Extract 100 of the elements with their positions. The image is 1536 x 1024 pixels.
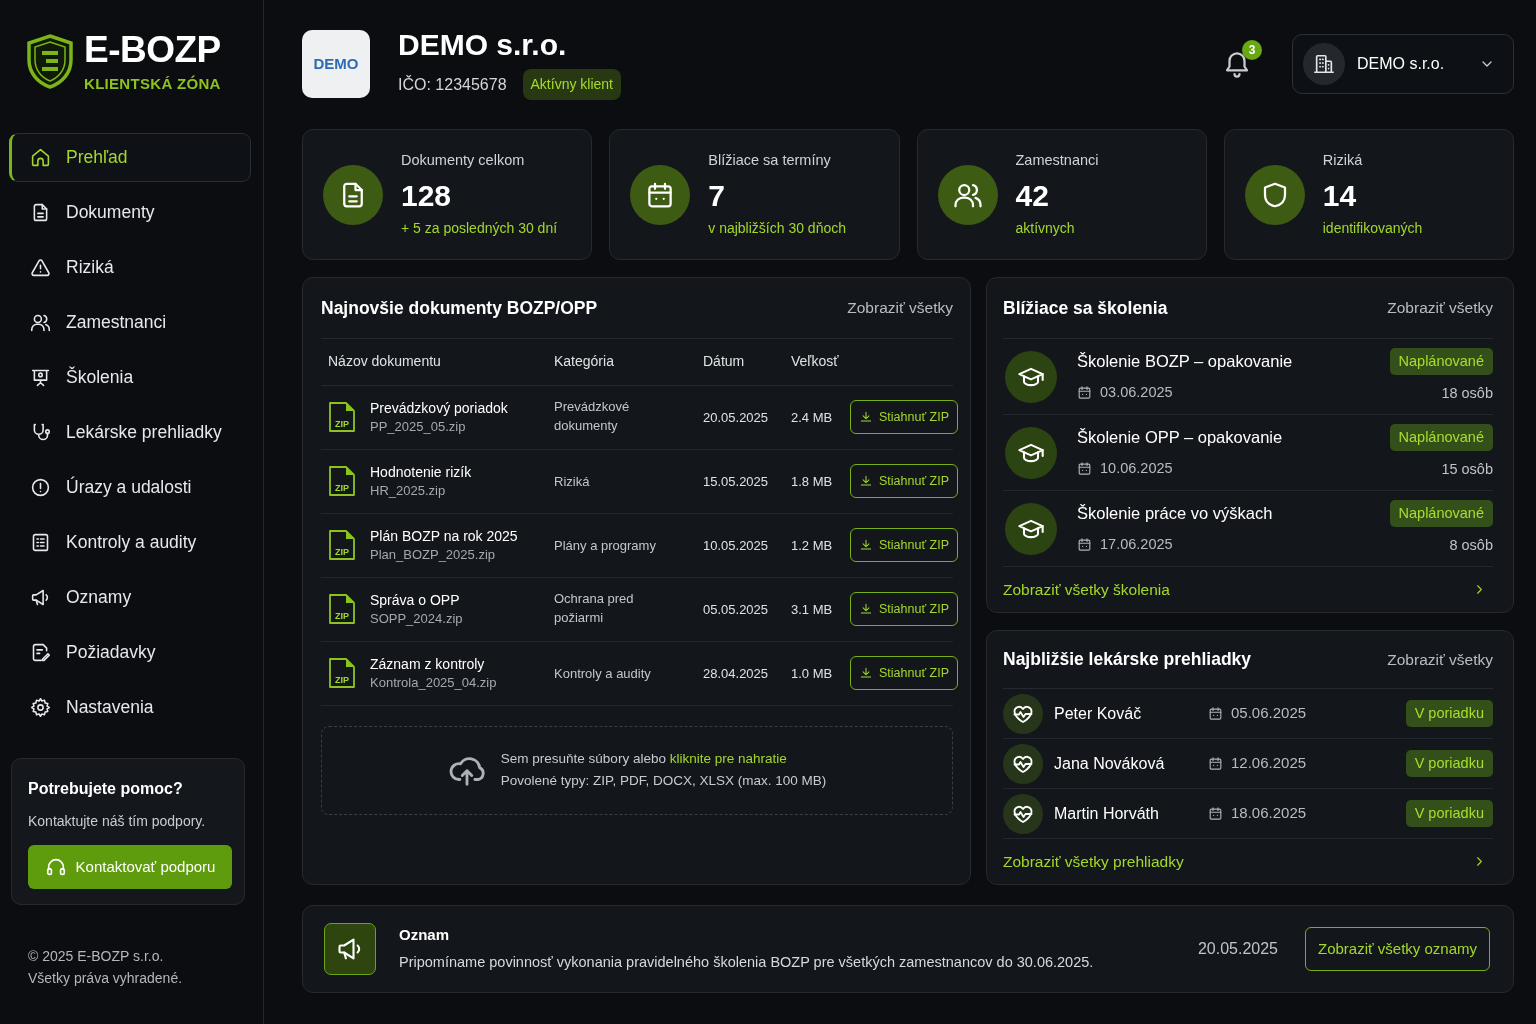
warning-icon [30, 257, 51, 278]
download-icon [859, 410, 873, 424]
file-size: 1.8 MB [791, 473, 833, 489]
stat-value: 128 [401, 179, 453, 213]
document-edit-icon [30, 642, 51, 663]
file-type-label: ZIP [334, 676, 350, 685]
nav-item[interactable]: Nastavenia [9, 683, 251, 732]
file-icon [328, 465, 356, 497]
nav-item[interactable]: Prehľad [9, 133, 251, 182]
document-category: Plány a programy [554, 536, 656, 555]
status-badge: Aktívny klient [522, 69, 621, 100]
file-name: PP_2025_05.zip [370, 417, 467, 436]
view-all-link[interactable]: Zobraziť všetky [847, 296, 953, 320]
calendar-icon [1208, 806, 1223, 821]
announcement-text: Pripomíname povinnosť vykonania pravidelného školenia BOZP pre všetkých zamestnancov do 30.06.2025. [399, 953, 1095, 973]
document-name: Správa o OPP [370, 590, 461, 610]
checkup-date: 18.06.2025 [1231, 803, 1307, 824]
file-size: 3.1 MB [791, 601, 833, 617]
upload-link[interactable]: kliknite pre nahratie [669, 751, 787, 767]
calendar-icon [1077, 385, 1092, 401]
training-date: 03.06.2025 [1100, 383, 1173, 402]
file-type-label: ZIP [334, 484, 350, 493]
nav-item[interactable]: Kontroly a audity [9, 518, 251, 567]
stat-note: + 5 za posledných 30 dní [401, 219, 558, 239]
announcement-title: Oznam [399, 924, 450, 945]
company-logo: DEMO [302, 30, 370, 98]
view-all-link[interactable]: Zobraziť všetky [1387, 296, 1493, 320]
company-name: DEMO s.r.o. [398, 28, 568, 61]
attendee-count: 8 osôb [1449, 536, 1493, 556]
calendar-icon [1077, 461, 1092, 477]
download-button[interactable]: Stiahnuť ZIP [850, 463, 958, 499]
download-button[interactable]: Stiahnuť ZIP [850, 591, 958, 627]
nav-item[interactable]: Dokumenty [9, 188, 251, 237]
training-title: Školenie BOZP – opakovanie [1077, 351, 1293, 373]
download-icon [859, 538, 873, 552]
file-icon [328, 593, 356, 625]
building-icon [1303, 43, 1345, 85]
document-category: Prevádzkové dokumenty [554, 397, 631, 435]
calendar-icon [1077, 537, 1092, 553]
column-header: Dátum [703, 353, 745, 370]
panel-title: Blížiace sa školenia [1003, 297, 1168, 319]
presentation-icon [30, 367, 51, 388]
training-title: Školenie OPP – opakovanie [1077, 427, 1283, 449]
view-all-link[interactable]: Zobraziť všetky [1387, 647, 1493, 672]
account-dropdown[interactable]: DEMO s.r.o. [1292, 34, 1514, 94]
file-type-label: ZIP [334, 612, 350, 621]
status-badge: V poriadku [1405, 700, 1493, 727]
view-all-checkups-link[interactable]: Zobraziť všetky prehliadky [1003, 839, 1493, 884]
all-announcements-button[interactable]: Zobraziť všetky oznamy [1305, 926, 1490, 972]
checkup-date: 05.06.2025 [1231, 703, 1307, 724]
document-name: Hodnotenie rizík [370, 462, 472, 482]
training-title: Školenie práce vo výškach [1077, 503, 1273, 525]
download-button[interactable]: Stiahnuť ZIP [850, 527, 958, 563]
upload-dropzone[interactable]: Sem presuňte súbory alebo kliknite pre nahratie Povolené typy: ZIP, PDF, DOCX, XLSX (max. 100 MB) [321, 725, 953, 815]
stat-value: 7 [708, 179, 726, 213]
file-type-label: ZIP [334, 548, 350, 557]
download-button[interactable]: Stiahnuť ZIP [850, 399, 958, 435]
company-id: IČO: 12345678 [398, 74, 507, 95]
file-size: 1.0 MB [791, 665, 833, 681]
file-icon [328, 529, 356, 561]
calendar-icon [1208, 756, 1223, 771]
stat-label: Dokumenty celkom [401, 150, 526, 170]
document-category: Riziká [554, 472, 590, 491]
graduation-cap-icon [1005, 502, 1057, 555]
calendar-icon [1208, 706, 1223, 721]
file-size: 2.4 MB [791, 409, 833, 425]
users-icon [30, 312, 51, 333]
stat-label: Riziká [1322, 150, 1364, 170]
download-icon [859, 602, 873, 616]
file-type-label: ZIP [334, 420, 350, 429]
view-all-trainings-link[interactable]: Zobraziť všetky školenia [1003, 567, 1493, 612]
nav-item[interactable]: Zamestnanci [9, 298, 251, 347]
stat-value: 14 [1322, 179, 1358, 213]
nav-item[interactable]: Úrazy a udalosti [9, 463, 251, 512]
status-badge: Naplánované [1389, 348, 1493, 376]
upload-instructions: Sem presuňte súbory alebo kliknite pre nahratie [500, 750, 788, 769]
nav-item[interactable]: Riziká [9, 243, 251, 292]
help-text: Kontaktujte náš tím podpory. [28, 812, 207, 831]
document-date: 10.05.2025 [703, 537, 769, 553]
status-badge: Naplánované [1389, 424, 1493, 452]
file-name: Kontrola_2025_04.zip [370, 673, 497, 692]
headset-icon [44, 856, 67, 878]
stat-value: 42 [1015, 179, 1050, 213]
download-button[interactable]: Stiahnuť ZIP [850, 655, 958, 691]
document-date: 20.05.2025 [703, 409, 769, 425]
file-size: 1.2 MB [791, 537, 833, 553]
status-badge: V poriadku [1405, 800, 1493, 827]
alert-icon [30, 477, 51, 498]
nav-item[interactable]: Lekárske prehliadky [9, 408, 251, 457]
nav-item[interactable]: Požiadavky [9, 628, 251, 677]
nav-item[interactable]: Oznamy [9, 573, 251, 622]
document-name: Záznam z kontroly [370, 654, 486, 674]
notification-badge: 3 [1242, 40, 1262, 60]
employee-name: Jana Nováková [1054, 753, 1166, 774]
document-category: Ochrana pred požiarmi [554, 589, 635, 627]
rights-text: Všetky práva vyhradené. [28, 969, 184, 988]
graduation-cap-icon [1005, 426, 1057, 479]
file-icon [328, 657, 356, 689]
nav-item[interactable]: Školenia [9, 353, 251, 402]
shield-logo-icon [27, 33, 73, 89]
